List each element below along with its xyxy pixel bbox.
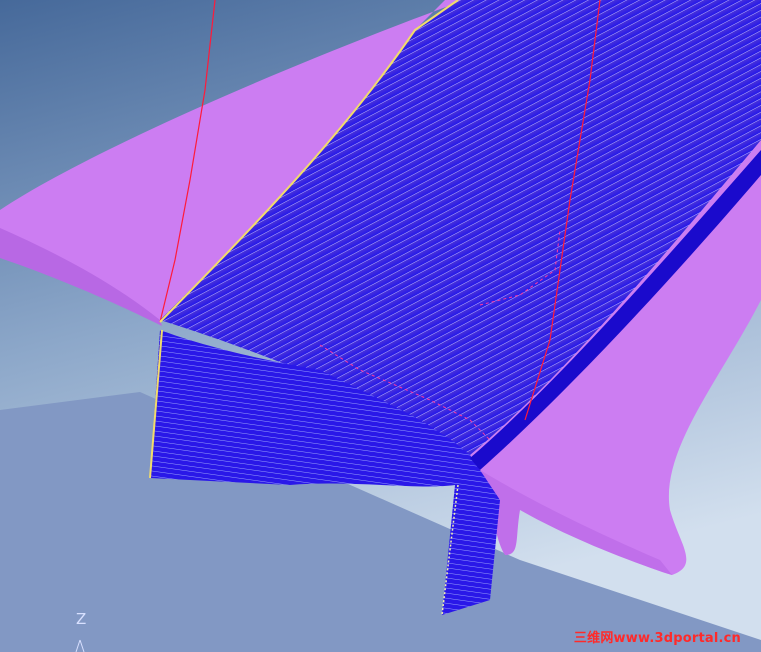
- 3d-viewport[interactable]: Z 三维网www.3dportal.cn: [0, 0, 761, 652]
- cad-scene[interactable]: [0, 0, 761, 652]
- watermark-text: 三维网www.3dportal.cn: [573, 631, 741, 646]
- axis-label-z: Z: [76, 610, 87, 628]
